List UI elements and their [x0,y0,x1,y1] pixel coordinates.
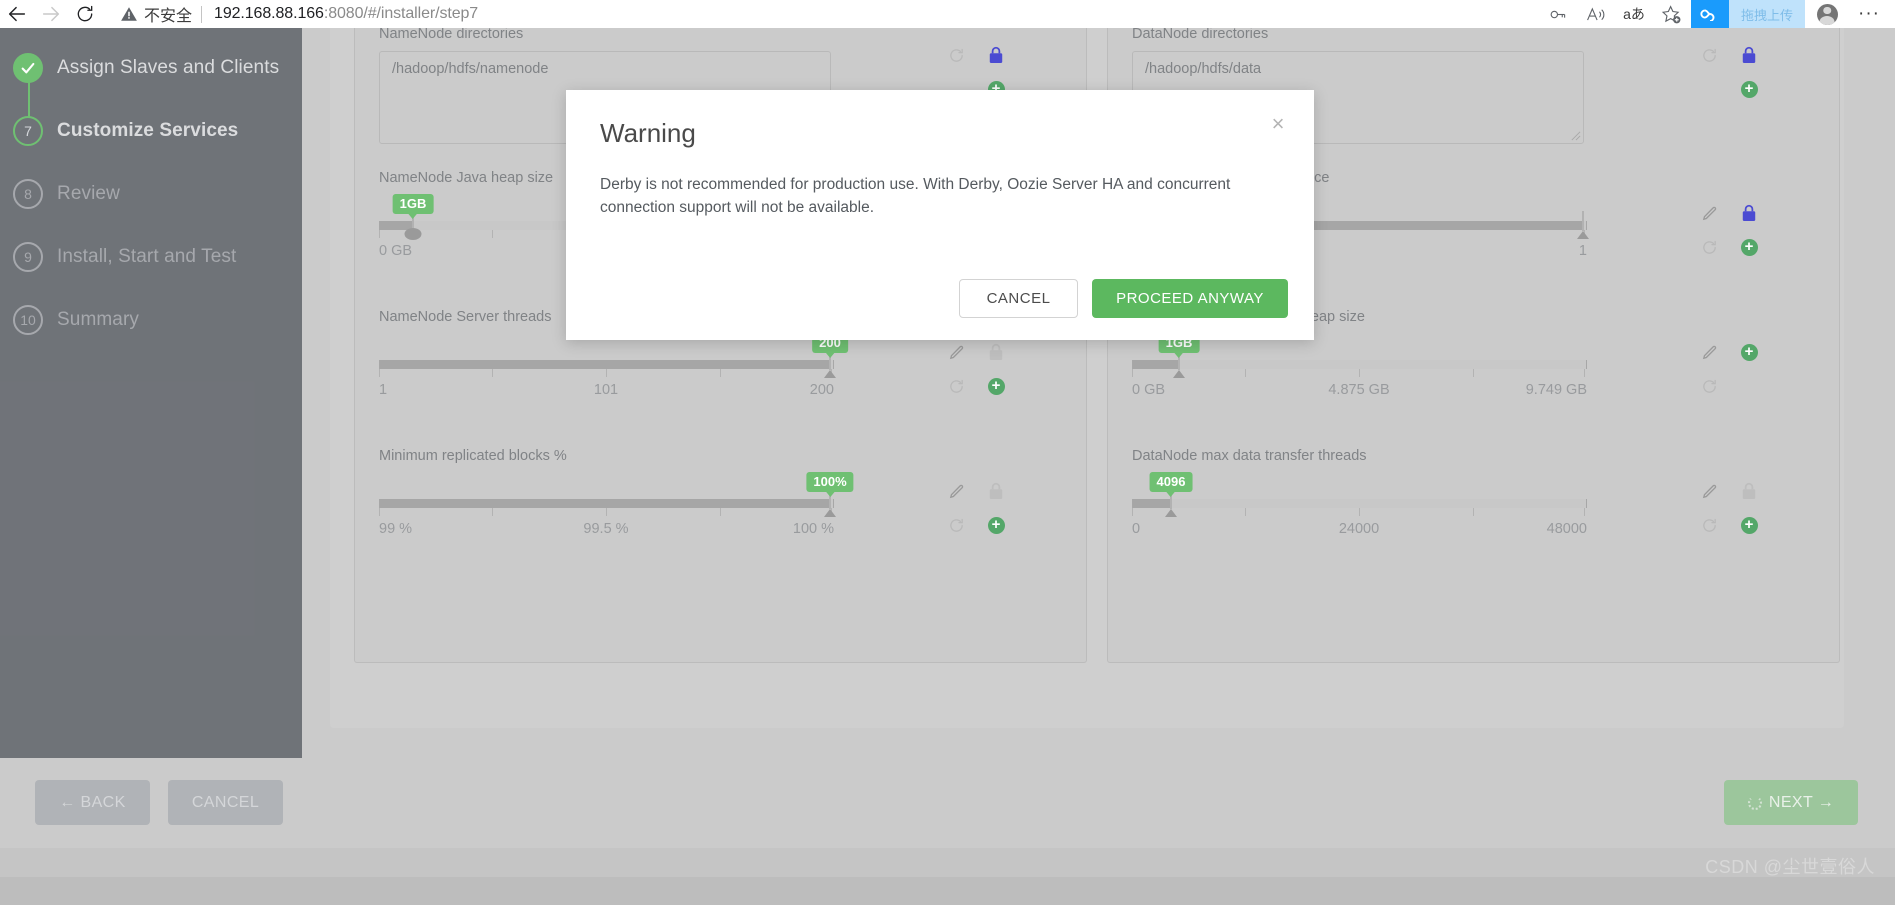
browser-toolbar: 不安全 192.168.88.166:8080/#/installer/step… [0,0,1895,28]
modal-footer: CANCEL PROCEED ANYWAY [959,279,1288,318]
url-path: :8080/#/installer/step7 [323,5,479,22]
modal-proceed-anyway-button[interactable]: PROCEED ANYWAY [1092,279,1288,318]
address-bar[interactable]: 不安全 192.168.88.166:8080/#/installer/step… [112,1,1539,27]
translate-glyph: aあ [1623,6,1645,22]
url-text: 192.168.88.166:8080/#/installer/step7 [214,5,478,23]
omnibox-divider [201,5,203,23]
modal-body-text: Derby is not recommended for production … [600,176,1231,217]
drag-upload-tooltip: 拖拽上传 [1728,0,1805,28]
browser-menu-icon[interactable]: ··· [1849,0,1889,28]
avatar [1816,3,1838,25]
toolbar-actions: aあ 拖拽上传 ··· [1539,0,1895,28]
add-favorite-icon[interactable] [1653,0,1691,28]
password-key-icon[interactable] [1539,0,1577,28]
translate-icon[interactable]: aあ [1615,0,1653,28]
read-aloud-icon[interactable] [1577,0,1615,28]
profile-avatar[interactable] [1805,0,1849,28]
not-secure-warning-icon [120,5,138,23]
warning-modal: Warning × Derby is not recommended for p… [566,90,1314,340]
reload-icon[interactable] [68,0,102,28]
back-arrow-icon[interactable] [0,0,34,28]
modal-cancel-button[interactable]: CANCEL [959,279,1078,318]
modal-header: Warning × [566,90,1314,149]
forward-arrow-icon [34,0,68,28]
url-host: 192.168.88.166 [214,5,324,22]
drag-upload-extension[interactable]: 拖拽上传 [1690,0,1805,28]
security-label: 不安全 [144,8,193,25]
infinity-extension-icon[interactable] [1690,0,1729,28]
close-icon[interactable]: × [1264,110,1292,138]
modal-title: Warning [600,118,696,148]
